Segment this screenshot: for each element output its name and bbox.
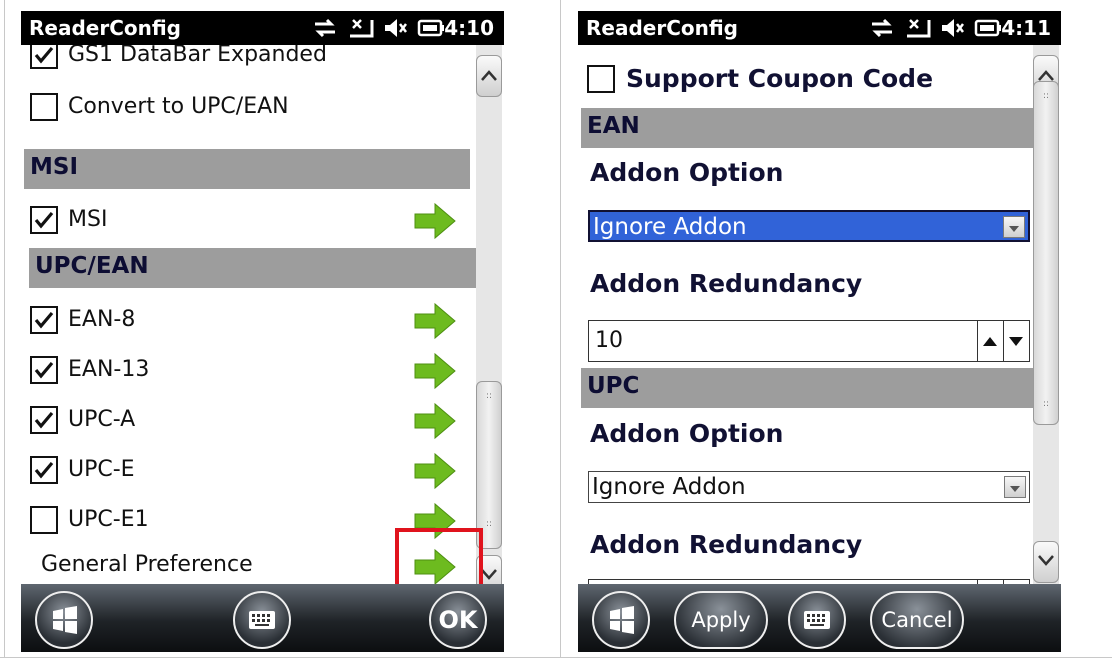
volume-icon (385, 19, 407, 37)
clock: 4:10 (444, 16, 494, 40)
list-item-ean-8[interactable]: EAN-8 (21, 297, 476, 341)
item-label: General Preference (41, 552, 253, 577)
scrollbar[interactable]: :: :: (1033, 45, 1059, 585)
panel-divider (4, 0, 5, 658)
item-label: GS1 DataBar Expanded (68, 45, 327, 67)
checkbox[interactable] (30, 456, 58, 484)
support-coupon-label: Support Coupon Code (626, 64, 934, 93)
checkbox[interactable] (30, 406, 58, 434)
soft-key-bar: Apply Cancel (578, 584, 1061, 652)
list-item-msi[interactable]: MSI (21, 197, 476, 241)
section-header-msi: MSI (24, 149, 470, 189)
select-value: Ignore Addon (593, 214, 747, 240)
status-bar: ReaderConfig 4:10 (21, 11, 504, 45)
apply-button[interactable]: Apply (674, 591, 768, 649)
windows-logo-icon (610, 606, 634, 634)
no-signal-icon (350, 19, 374, 38)
checkbox[interactable] (587, 65, 615, 93)
upc-addon-option-select[interactable]: Ignore Addon (588, 471, 1030, 503)
list-item-upc-a[interactable]: UPC-A (21, 397, 476, 441)
section-header-ean: EAN (581, 108, 1033, 148)
checkbox[interactable] (30, 306, 58, 334)
select-value: Ignore Addon (592, 474, 746, 500)
item-label: MSI (68, 207, 108, 232)
item-label: UPC-A (68, 407, 136, 432)
cancel-button[interactable]: Cancel (870, 591, 964, 649)
item-label: Convert to UPC/EAN (68, 94, 289, 119)
ean-addon-redundancy-stepper[interactable]: 10 (588, 320, 1030, 362)
support-coupon-row[interactable]: Support Coupon Code (578, 59, 1033, 103)
battery-icon (974, 19, 1001, 37)
dropdown-button[interactable] (1003, 216, 1025, 238)
windows-logo-icon (53, 606, 77, 634)
list-item-ean-13[interactable]: EAN-13 (21, 347, 476, 391)
arrow-right-icon[interactable] (413, 451, 457, 491)
arrow-right-icon[interactable] (413, 201, 457, 241)
keyboard-button[interactable] (788, 591, 846, 649)
status-bar: ReaderConfig 4:11 (578, 11, 1061, 45)
no-signal-icon (907, 19, 931, 38)
right-screen: ReaderConfig 4:11 Support Coupon Code EA… (578, 11, 1061, 652)
arrow-right-icon[interactable] (413, 401, 457, 441)
checkbox[interactable] (30, 206, 58, 234)
checkbox[interactable] (30, 356, 58, 384)
soft-key-bar: OK (21, 584, 504, 652)
ean-addon-option-select[interactable]: Ignore Addon (588, 210, 1030, 242)
item-label: UPC-E1 (68, 507, 149, 532)
ean-addon-redundancy-label: Addon Redundancy (590, 269, 863, 298)
keyboard-icon (249, 611, 275, 629)
left-screen: ReaderConfig 4:10 GS1 DataBar Expanded C… (21, 11, 504, 652)
scroll-up-button[interactable] (476, 55, 502, 97)
windows-start-button[interactable] (592, 591, 650, 649)
panel-divider (560, 0, 561, 658)
section-header-upc: UPC (581, 368, 1033, 408)
arrow-right-icon[interactable] (413, 301, 457, 341)
item-label: UPC-E (68, 457, 135, 482)
app-title: ReaderConfig (586, 16, 739, 40)
arrow-right-icon[interactable] (413, 351, 457, 391)
scroll-down-button[interactable] (1033, 541, 1059, 583)
battery-icon (417, 19, 444, 37)
chevron-down-icon (1009, 226, 1019, 232)
upc-addon-redundancy-label: Addon Redundancy (590, 530, 863, 559)
highlight-box (395, 528, 483, 590)
keyboard-icon (804, 611, 830, 629)
decrement-button[interactable] (1003, 321, 1029, 361)
stepper-value: 10 (595, 328, 623, 353)
volume-icon (942, 19, 964, 37)
settings-list: GS1 DataBar Expanded Convert to UPC/EAN … (21, 45, 476, 585)
clock: 4:11 (1001, 16, 1051, 40)
scroll-thumb[interactable]: :: :: (476, 381, 502, 549)
upc-addon-option-label: Addon Option (590, 419, 784, 448)
scroll-thumb[interactable]: :: :: (1033, 81, 1059, 425)
ok-button[interactable]: OK (429, 591, 487, 649)
scrollbar[interactable]: :: :: (476, 45, 502, 597)
connectivity-icon (872, 18, 892, 38)
checkbox[interactable] (30, 45, 58, 69)
item-label: EAN-13 (68, 357, 150, 382)
windows-start-button[interactable] (35, 591, 93, 649)
item-label: EAN-8 (68, 307, 136, 332)
chevron-down-icon (1010, 486, 1020, 492)
checkbox[interactable] (30, 506, 58, 534)
triangle-down-icon (1009, 337, 1023, 346)
section-header-upc-ean: UPC/EAN (29, 248, 476, 288)
list-item-gs1-databar-expanded[interactable]: GS1 DataBar Expanded (21, 45, 476, 77)
checkbox[interactable] (30, 93, 58, 121)
keyboard-button[interactable] (233, 591, 291, 649)
list-item-convert-upc-ean[interactable]: Convert to UPC/EAN (21, 85, 476, 129)
increment-button[interactable] (977, 321, 1003, 361)
list-item-upc-e[interactable]: UPC-E (21, 447, 476, 491)
connectivity-icon (315, 18, 335, 38)
dropdown-button[interactable] (1004, 476, 1026, 498)
triangle-up-icon (983, 337, 997, 346)
options-form: Support Coupon Code EAN Addon Option Ign… (578, 45, 1033, 585)
ean-addon-option-label: Addon Option (590, 158, 784, 187)
app-title: ReaderConfig (29, 16, 182, 40)
